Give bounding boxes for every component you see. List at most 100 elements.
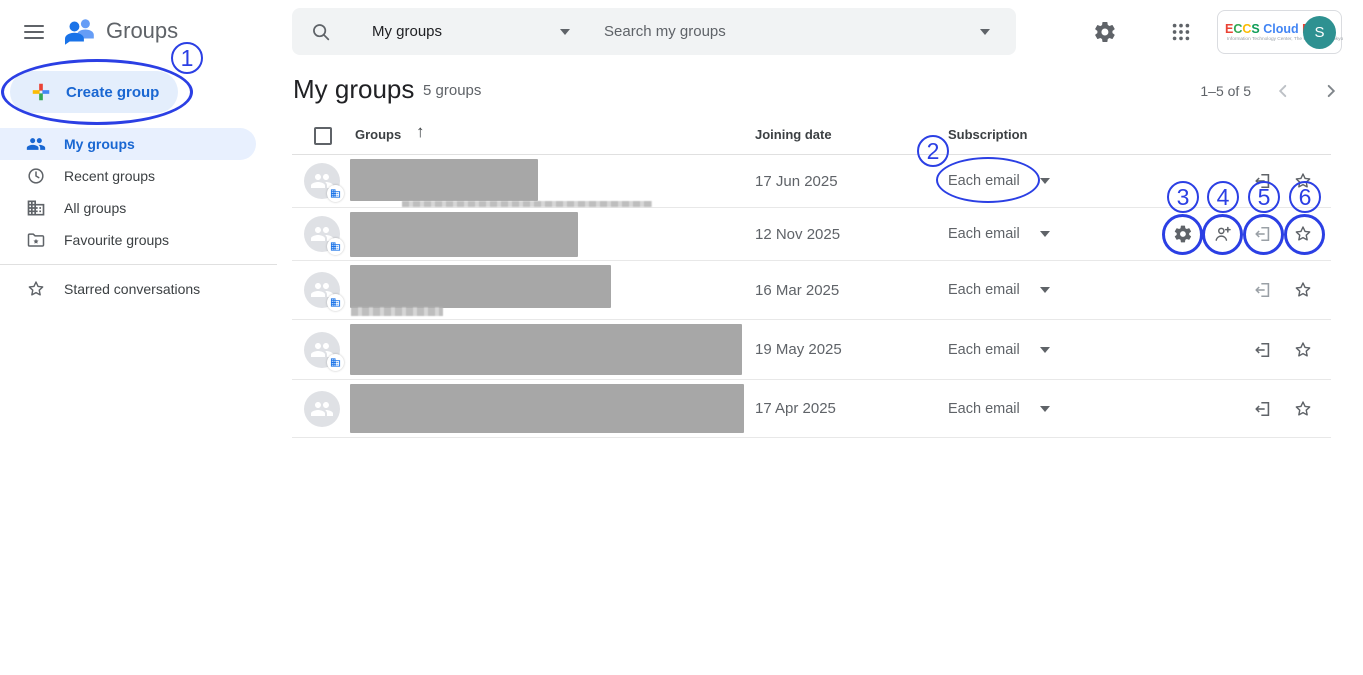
- leave-group-button[interactable]: [1247, 334, 1279, 366]
- create-group-label: Create group: [66, 84, 159, 101]
- chevron-down-icon: [1040, 406, 1050, 412]
- groups-table: Groups ↑ Joining date Subscription 17 Ju…: [292, 120, 1331, 438]
- person-add-icon: [1213, 224, 1233, 244]
- group-settings-button[interactable]: [1167, 218, 1199, 250]
- redacted-group-name: [350, 384, 744, 433]
- subscription-value: Each email: [948, 282, 1020, 298]
- create-group-button[interactable]: Create group: [10, 71, 178, 113]
- select-all-checkbox[interactable]: [314, 127, 332, 145]
- star-icon: [26, 279, 46, 299]
- plus-icon: [30, 81, 52, 103]
- subscription-dropdown[interactable]: Each email: [948, 380, 1060, 437]
- search-bar[interactable]: My groups: [292, 8, 1016, 55]
- leave-group-icon: [1253, 280, 1273, 300]
- group-count: 5 groups: [423, 82, 481, 99]
- previous-page-button[interactable]: [1263, 71, 1303, 111]
- domain-icon: [26, 198, 46, 218]
- subscription-dropdown[interactable]: Each email: [948, 208, 1060, 260]
- group-row[interactable]: 17 Jun 2025 Each email: [292, 155, 1331, 208]
- account-avatar[interactable]: S: [1303, 16, 1336, 49]
- eccs-subtitle: Information Technology Center, The Unive…: [1227, 36, 1301, 42]
- group-row[interactable]: 17 Apr 2025 Each email: [292, 380, 1331, 438]
- main-menu-icon[interactable]: [16, 14, 52, 50]
- star-icon: [1293, 340, 1313, 360]
- leave-group-icon: [1253, 340, 1273, 360]
- groups-logo[interactable]: Groups: [62, 13, 178, 49]
- sidebar-item-all-groups[interactable]: All groups: [0, 192, 256, 224]
- organization-badge-icon: [327, 238, 344, 255]
- redaction-remnant: [351, 307, 443, 316]
- chevron-down-icon: [1040, 287, 1050, 293]
- group-row[interactable]: 19 May 2025 Each email: [292, 320, 1331, 380]
- gear-icon: [1173, 224, 1193, 244]
- settings-button[interactable]: [1085, 12, 1125, 52]
- sort-ascending-icon[interactable]: ↑: [416, 122, 425, 142]
- top-app-bar: Groups My groups ECCS Cloud Mail Informa…: [0, 0, 1363, 64]
- sidebar-nav: My groups Recent groups All groups Favou…: [0, 128, 277, 305]
- subscription-dropdown[interactable]: Each email: [948, 155, 1060, 207]
- star-group-button[interactable]: [1287, 274, 1319, 306]
- people-icon: [310, 397, 334, 421]
- joining-date: 17 Jun 2025: [755, 155, 838, 207]
- group-row[interactable]: 12 Nov 2025 Each email: [292, 208, 1331, 261]
- search-icon: [310, 21, 332, 43]
- star-group-button[interactable]: [1287, 393, 1319, 425]
- next-page-button[interactable]: [1311, 71, 1351, 111]
- organization-badge-icon: [327, 294, 344, 311]
- star-icon: [1293, 224, 1313, 244]
- star-group-button[interactable]: [1287, 165, 1319, 197]
- workspace-account-badge[interactable]: ECCS Cloud Mail Information Technology C…: [1217, 10, 1342, 54]
- column-header-joining-date: Joining date: [755, 127, 832, 142]
- chevron-right-icon: [1320, 80, 1342, 102]
- chevron-down-icon: [1040, 178, 1050, 184]
- sidebar-item-favourite-groups[interactable]: Favourite groups: [0, 224, 256, 256]
- redacted-group-name: [350, 324, 742, 375]
- chevron-down-icon: [1040, 347, 1050, 353]
- subscription-value: Each email: [948, 342, 1020, 358]
- search-scope-value: My groups: [372, 23, 442, 40]
- page-title: My groups: [293, 74, 414, 105]
- redacted-group-name: [350, 265, 611, 308]
- redacted-group-name: [350, 212, 578, 257]
- star-icon: [1293, 399, 1313, 419]
- eccs-word-cloud: Cloud: [1263, 22, 1298, 36]
- subscription-dropdown[interactable]: Each email: [948, 261, 1060, 319]
- subscription-value: Each email: [948, 226, 1020, 242]
- search-scope-dropdown[interactable]: My groups: [372, 23, 570, 40]
- sidebar-item-label: Starred conversations: [64, 281, 200, 297]
- add-members-button[interactable]: [1207, 218, 1239, 250]
- sidebar-item-my-groups[interactable]: My groups: [0, 128, 256, 160]
- star-group-button[interactable]: [1287, 334, 1319, 366]
- sidebar-item-recent-groups[interactable]: Recent groups: [0, 160, 256, 192]
- leave-group-icon: [1253, 399, 1273, 419]
- leave-group-button[interactable]: [1247, 274, 1279, 306]
- column-header-groups[interactable]: Groups: [355, 127, 401, 142]
- group-avatar: [304, 391, 340, 427]
- leave-group-button[interactable]: [1247, 218, 1279, 250]
- joining-date: 19 May 2025: [755, 320, 842, 379]
- redacted-group-name: [350, 159, 538, 201]
- subscription-dropdown[interactable]: Each email: [948, 320, 1060, 379]
- sidebar-item-starred-conversations[interactable]: Starred conversations: [0, 273, 256, 305]
- search-options-chevron-icon[interactable]: [980, 29, 990, 35]
- star-group-button[interactable]: [1287, 218, 1319, 250]
- chevron-left-icon: [1272, 80, 1294, 102]
- google-apps-button[interactable]: [1161, 12, 1201, 52]
- table-header-row: Groups ↑ Joining date Subscription: [292, 120, 1331, 155]
- star-icon: [1293, 171, 1313, 191]
- leave-group-icon: [1253, 171, 1273, 191]
- leave-group-button[interactable]: [1247, 165, 1279, 197]
- subscription-value: Each email: [948, 401, 1020, 417]
- group-row[interactable]: 16 Mar 2025 Each email: [292, 261, 1331, 320]
- joining-date: 12 Nov 2025: [755, 208, 840, 260]
- sidebar-item-label: All groups: [64, 200, 126, 216]
- folder-star-icon: [26, 230, 46, 250]
- gear-icon: [1093, 20, 1117, 44]
- clock-icon: [26, 166, 46, 186]
- apps-grid-icon: [1170, 21, 1192, 43]
- joining-date: 16 Mar 2025: [755, 261, 839, 319]
- leave-group-button[interactable]: [1247, 393, 1279, 425]
- chevron-down-icon: [1040, 231, 1050, 237]
- leave-group-icon: [1253, 224, 1273, 244]
- search-input[interactable]: [604, 23, 980, 40]
